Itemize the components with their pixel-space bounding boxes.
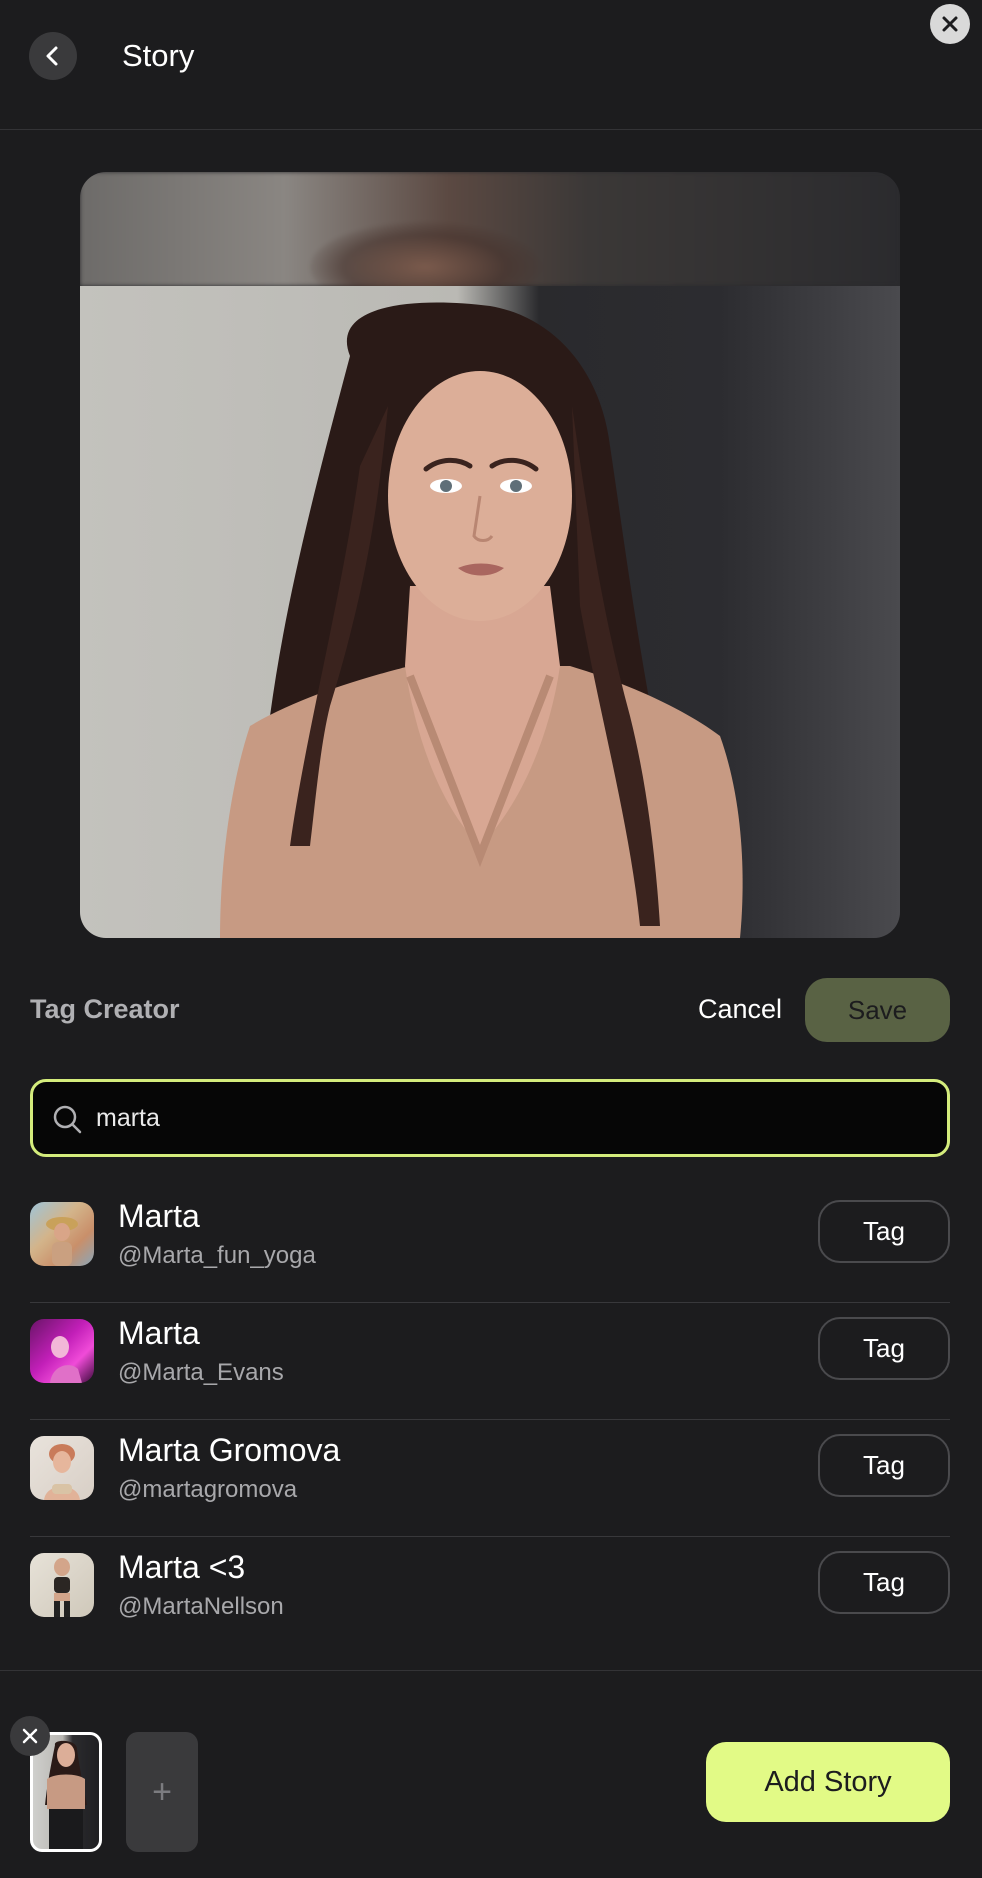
list-item: Marta <3 @MartaNellson Tag: [30, 1537, 950, 1654]
creator-name: Marta: [118, 1315, 200, 1351]
remove-story-button[interactable]: [10, 1716, 50, 1756]
search-value: marta: [96, 1104, 160, 1132]
avatar: [30, 1319, 94, 1383]
header-divider: [0, 129, 982, 130]
creator-handle: @MartaNellson: [118, 1593, 284, 1620]
close-button[interactable]: [930, 4, 970, 44]
add-story-button[interactable]: Add Story: [706, 1742, 950, 1822]
story-photo: [80, 286, 900, 938]
avatar: [30, 1436, 94, 1500]
story-photo-preview: [80, 172, 900, 938]
list-item: Marta Gromova @martagromova Tag: [30, 1420, 950, 1537]
search-icon: [53, 1105, 82, 1134]
avatar: [30, 1553, 94, 1617]
page-title: Story: [122, 38, 195, 73]
portrait-illustration: [220, 302, 743, 938]
tag-button[interactable]: Tag: [818, 1317, 950, 1380]
plus-icon: +: [152, 1772, 172, 1811]
tag-button[interactable]: Tag: [818, 1551, 950, 1614]
photo-blur-backdrop: [80, 172, 900, 312]
chevron-left-icon: [46, 46, 58, 66]
creator-name: Marta: [118, 1198, 200, 1234]
tag-button[interactable]: Tag: [818, 1434, 950, 1497]
creator-handle: @Marta_Evans: [118, 1359, 284, 1386]
creator-handle: @martagromova: [118, 1476, 298, 1503]
bottom-divider: [0, 1670, 982, 1671]
thumbnail-image: [45, 1740, 87, 1849]
creator-handle: @Marta_fun_yoga: [118, 1242, 316, 1269]
list-item: Marta @Marta_fun_yoga Tag: [30, 1186, 950, 1303]
add-media-button[interactable]: +: [126, 1732, 198, 1852]
list-item: Marta @Marta_Evans Tag: [30, 1303, 950, 1420]
search-input[interactable]: marta: [30, 1079, 950, 1157]
save-button[interactable]: Save: [805, 978, 950, 1042]
tag-button[interactable]: Tag: [818, 1200, 950, 1263]
close-icon: [942, 16, 958, 32]
close-icon: [22, 1728, 38, 1744]
cancel-button[interactable]: Cancel: [698, 994, 782, 1025]
creator-name: Marta Gromova: [118, 1432, 341, 1468]
back-button[interactable]: [29, 32, 77, 80]
creator-name: Marta <3: [118, 1549, 246, 1585]
tag-creator-title: Tag Creator: [30, 994, 180, 1024]
avatar: [30, 1202, 94, 1266]
